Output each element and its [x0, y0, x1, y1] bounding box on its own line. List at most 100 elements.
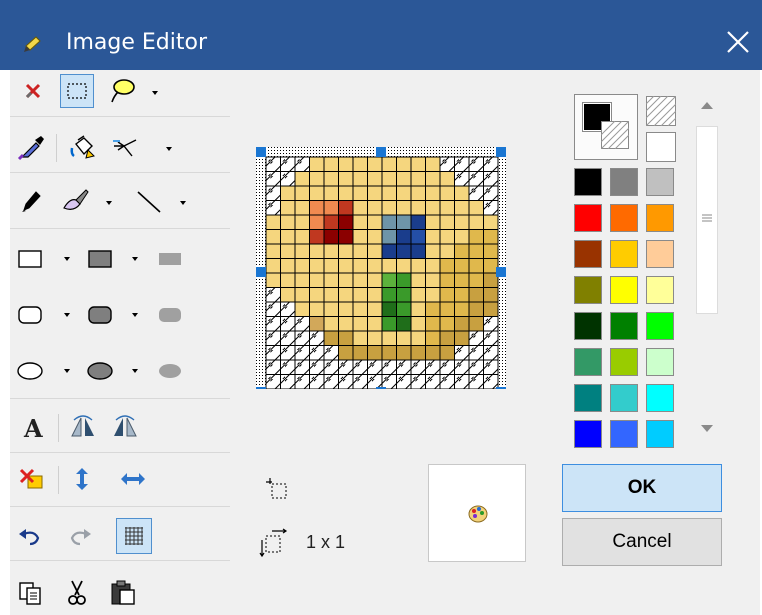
canvas-pixel[interactable] — [367, 229, 383, 245]
canvas-pixel[interactable] — [309, 258, 325, 274]
canvas-pixel[interactable] — [439, 200, 455, 216]
canvas-pixel[interactable] — [265, 171, 281, 187]
canvas-pixel[interactable] — [396, 272, 412, 288]
chevron-down-icon[interactable] — [150, 88, 160, 98]
canvas-pixel[interactable] — [396, 301, 412, 317]
canvas-pixel[interactable] — [367, 214, 383, 230]
canvas-pixel[interactable] — [468, 243, 484, 259]
canvas-pixel[interactable] — [352, 316, 368, 332]
canvas-pixel[interactable] — [454, 214, 470, 230]
canvas-pixel[interactable] — [309, 359, 325, 375]
background-color[interactable] — [601, 121, 629, 149]
rectangle-select-button[interactable] — [60, 74, 94, 108]
resize-handle[interactable] — [256, 147, 266, 157]
canvas-pixel[interactable] — [468, 171, 484, 187]
color-swatch[interactable] — [610, 168, 638, 196]
scroll-thumb[interactable] — [696, 126, 718, 314]
scroll-down-icon[interactable] — [700, 424, 714, 434]
canvas-pixel[interactable] — [265, 330, 281, 346]
canvas-pixel[interactable] — [280, 258, 296, 274]
canvas-pixel[interactable] — [352, 287, 368, 303]
canvas-pixel[interactable] — [483, 272, 499, 288]
color-swatch[interactable] — [646, 384, 674, 412]
canvas-pixel[interactable] — [323, 243, 339, 259]
canvas-pixel[interactable] — [483, 156, 499, 172]
canvas-pixel[interactable] — [468, 272, 484, 288]
canvas-pixel[interactable] — [454, 200, 470, 216]
canvas-pixel[interactable] — [352, 374, 368, 390]
canvas-pixel[interactable] — [483, 171, 499, 187]
pixel-grid[interactable] — [256, 147, 506, 397]
canvas-pixel[interactable] — [265, 185, 281, 201]
canvas-pixel[interactable] — [468, 374, 484, 390]
canvas-pixel[interactable] — [280, 272, 296, 288]
color-swatch[interactable] — [574, 240, 602, 268]
line-button[interactable] — [134, 186, 164, 216]
chevron-down-icon[interactable] — [62, 310, 72, 320]
canvas-pixel[interactable] — [483, 214, 499, 230]
canvas-pixel[interactable] — [367, 185, 383, 201]
canvas-pixel[interactable] — [381, 229, 397, 245]
brush-button[interactable] — [60, 186, 90, 216]
canvas-pixel[interactable] — [425, 214, 441, 230]
canvas-pixel[interactable] — [280, 171, 296, 187]
transparent-color-swatch[interactable] — [646, 96, 676, 126]
canvas-pixel[interactable] — [280, 359, 296, 375]
canvas-pixel[interactable] — [280, 243, 296, 259]
canvas-pixel[interactable] — [338, 258, 354, 274]
canvas-pixel[interactable] — [294, 171, 310, 187]
canvas-pixel[interactable] — [439, 345, 455, 361]
canvas-pixel[interactable] — [454, 185, 470, 201]
canvas-pixel[interactable] — [294, 185, 310, 201]
canvas-pixel[interactable] — [338, 316, 354, 332]
canvas-pixel[interactable] — [425, 272, 441, 288]
canvas-pixel[interactable] — [309, 301, 325, 317]
canvas-pixel[interactable] — [367, 156, 383, 172]
canvas-pixel[interactable] — [352, 200, 368, 216]
canvas-pixel[interactable] — [396, 374, 412, 390]
canvas-pixel[interactable] — [323, 272, 339, 288]
canvas-pixel[interactable] — [280, 229, 296, 245]
redo-button[interactable] — [64, 522, 94, 552]
canvas-pixel[interactable] — [410, 243, 426, 259]
color-swatch[interactable] — [646, 348, 674, 376]
canvas-pixel[interactable] — [294, 330, 310, 346]
color-replace-button[interactable] — [110, 132, 140, 162]
canvas-pixel[interactable] — [338, 345, 354, 361]
canvas-pixel[interactable] — [294, 374, 310, 390]
canvas-pixel[interactable] — [439, 171, 455, 187]
canvas-pixel[interactable] — [280, 374, 296, 390]
resize-handle[interactable] — [496, 147, 506, 157]
canvas-pixel[interactable] — [454, 258, 470, 274]
canvas-pixel[interactable] — [323, 359, 339, 375]
pencil-button[interactable] — [16, 186, 46, 216]
canvas-pixel[interactable] — [454, 345, 470, 361]
canvas-pixel[interactable] — [323, 374, 339, 390]
ellipse-solid-button[interactable] — [156, 356, 186, 386]
canvas-pixel[interactable] — [352, 185, 368, 201]
canvas-pixel[interactable] — [439, 243, 455, 259]
chevron-down-icon[interactable] — [62, 366, 72, 376]
canvas-pixel[interactable] — [367, 258, 383, 274]
canvas-pixel[interactable] — [410, 185, 426, 201]
color-scrollbar[interactable] — [692, 90, 722, 440]
canvas-pixel[interactable] — [410, 287, 426, 303]
canvas-pixel[interactable] — [265, 229, 281, 245]
text-tool-button[interactable]: A — [18, 412, 48, 443]
canvas-pixel[interactable] — [280, 287, 296, 303]
canvas-pixel[interactable] — [294, 345, 310, 361]
canvas-pixel[interactable] — [338, 301, 354, 317]
canvas-pixel[interactable] — [265, 214, 281, 230]
canvas-pixel[interactable] — [410, 229, 426, 245]
canvas-pixel[interactable] — [439, 301, 455, 317]
canvas-pixel[interactable] — [425, 243, 441, 259]
canvas-pixel[interactable] — [294, 214, 310, 230]
canvas-pixel[interactable] — [265, 345, 281, 361]
rounded-rect-outline-button[interactable] — [16, 300, 46, 330]
canvas-pixel[interactable] — [439, 359, 455, 375]
canvas-pixel[interactable] — [265, 374, 281, 390]
canvas-pixel[interactable] — [309, 330, 325, 346]
flip-vertical-button[interactable] — [110, 412, 140, 442]
canvas-pixel[interactable] — [265, 156, 281, 172]
canvas-pixel[interactable] — [309, 229, 325, 245]
